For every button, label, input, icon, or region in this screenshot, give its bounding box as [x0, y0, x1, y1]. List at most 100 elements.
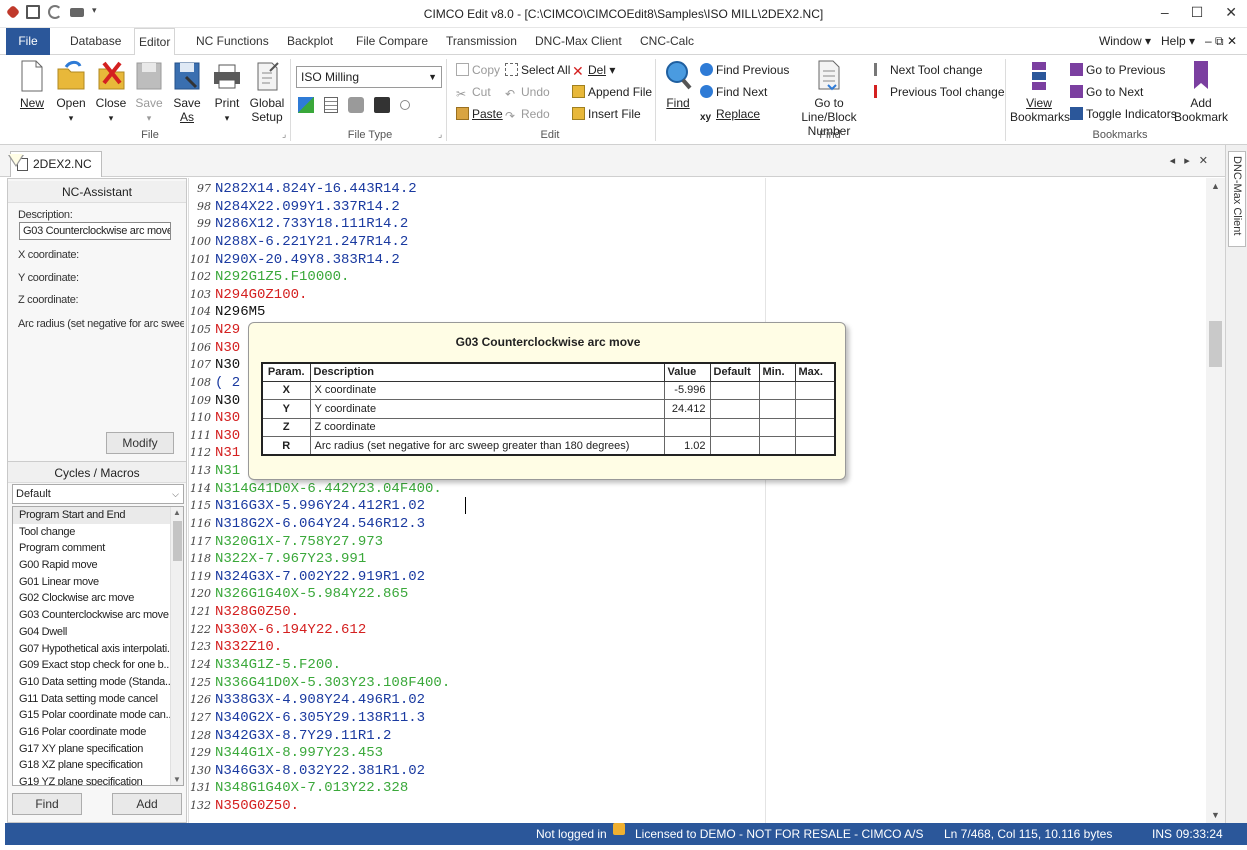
code-line[interactable]: 127 N340G2X-6.305Y29.138R11.3 — [188, 709, 425, 727]
code-line[interactable]: 117 N320G1X-7.758Y27.973 — [188, 533, 383, 551]
scroll-up-icon[interactable]: ▲ — [173, 508, 181, 517]
replace-button[interactable]: xy Replace — [700, 105, 760, 123]
new-button[interactable]: New — [14, 59, 50, 110]
undo-button[interactable]: ↶ Undo — [505, 83, 550, 101]
tab-transmission[interactable]: Transmission — [442, 28, 521, 55]
code-line[interactable]: 99 N286X12.733Y18.111R14.2 — [188, 215, 408, 233]
code-line[interactable]: 129 N344G1X-8.997Y23.453 — [188, 744, 383, 762]
code-line[interactable]: 132 N350G0Z50. — [188, 797, 299, 815]
code-line[interactable]: 98 N284X22.099Y1.337R14.2 — [188, 198, 400, 216]
modify-button[interactable]: Modify — [106, 432, 174, 454]
code-line[interactable]: 105 N29 — [188, 321, 240, 339]
save-button[interactable]: Save ▾ — [132, 59, 166, 125]
close-window-button[interactable]: ✕ — [1225, 4, 1237, 21]
cycles-category-select[interactable]: Default ⌵ — [12, 484, 184, 504]
view-bookmarks-button[interactable]: View Bookmarks — [1010, 59, 1070, 124]
open-button[interactable]: Open ▾ — [52, 59, 90, 125]
dnc-max-client-dock-tab[interactable]: DNC-Max Client — [1228, 151, 1246, 247]
code-line[interactable]: 115 N316G3X-5.996Y24.412R1.02 — [188, 497, 425, 515]
tab-editor[interactable]: Editor — [134, 28, 176, 56]
list-item[interactable]: G00 Rapid move — [13, 557, 171, 574]
list-item[interactable]: G16 Polar coordinate mode — [13, 724, 171, 741]
code-line[interactable]: 112 N31 — [188, 444, 240, 462]
minimize-button[interactable]: – — [1161, 4, 1169, 21]
close-button[interactable]: Close ▾ — [93, 59, 129, 125]
login-status[interactable]: Not logged in — [536, 823, 607, 845]
list-item[interactable]: Program Start and End — [13, 507, 171, 524]
code-line[interactable]: 100 N288X-6.221Y21.247R14.2 — [188, 233, 408, 251]
scrollbar-thumb[interactable] — [1209, 321, 1222, 367]
cut-button[interactable]: ✂ Cut — [456, 83, 491, 101]
list-item[interactable]: G04 Dwell — [13, 624, 171, 641]
list-item[interactable]: G17 XY plane specification — [13, 741, 171, 758]
file-group-launcher-icon[interactable]: ⌟ — [282, 129, 286, 140]
list-item[interactable]: G15 Polar coordinate mode can... — [13, 707, 171, 724]
file-type-config-icon[interactable] — [348, 97, 364, 113]
file-type-tool-icon[interactable] — [298, 97, 314, 113]
file-type-launcher-icon[interactable]: ⌟ — [438, 129, 442, 140]
code-line[interactable]: 101 N290X-20.49Y8.383R14.2 — [188, 251, 400, 269]
code-line[interactable]: 108 ( 2 — [188, 374, 240, 392]
find-button[interactable]: Find — [662, 59, 694, 110]
add-bookmark-button[interactable]: Add Bookmark — [1174, 59, 1228, 124]
insert-file-button[interactable]: Insert File — [572, 105, 641, 123]
redo-button[interactable]: ↷ Redo — [505, 105, 550, 123]
code-line[interactable]: 107 N30 — [188, 356, 240, 374]
code-line[interactable]: 128 N342G3X-8.7Y29.11R1.2 — [188, 727, 391, 745]
code-line[interactable]: 119 N324G3X-7.002Y22.919R1.02 — [188, 568, 425, 586]
description-field[interactable]: G03 Counterclockwise arc move — [19, 222, 171, 240]
list-item[interactable]: G02 Clockwise arc move — [13, 590, 171, 607]
cycles-list-scrollbar[interactable]: ▲ ▼ — [170, 507, 183, 785]
code-line[interactable]: 113 N31 — [188, 462, 240, 480]
code-line[interactable]: 111 N30 — [188, 427, 240, 445]
list-item[interactable]: G10 Data setting mode (Standa... — [13, 674, 171, 691]
next-tool-change-button[interactable]: Next Tool change — [874, 61, 983, 79]
code-line[interactable]: 116 N318G2X-6.064Y24.546R12.3 — [188, 515, 425, 533]
tab-file[interactable]: File — [6, 28, 50, 55]
list-item[interactable]: G19 YZ plane specification — [13, 774, 171, 785]
code-line[interactable]: 125 N336G41D0X-5.303Y23.108F400. — [188, 674, 450, 692]
list-item[interactable]: G03 Counterclockwise arc move — [13, 607, 171, 624]
scroll-down-icon[interactable]: ▼ — [1211, 810, 1220, 820]
file-type-machine-icon[interactable] — [374, 97, 390, 113]
help-menu[interactable]: Help ▾ — [1161, 34, 1195, 49]
scroll-down-icon[interactable]: ▼ — [173, 775, 181, 784]
save-as-button[interactable]: Save As — [170, 59, 204, 124]
code-line[interactable]: 97 N282X14.824Y-16.443R14.2 — [188, 180, 417, 198]
find-next-button[interactable]: Find Next — [700, 83, 767, 101]
tab-backplot[interactable]: Backplot — [283, 28, 337, 55]
find-previous-button[interactable]: Find Previous — [700, 61, 789, 79]
code-line[interactable]: 103 N294G0Z100. — [188, 286, 307, 304]
code-line[interactable]: 109 N30 — [188, 392, 240, 410]
code-line[interactable]: 130 N346G3X-8.032Y22.381R1.02 — [188, 762, 425, 780]
tab-database[interactable]: Database — [66, 28, 125, 55]
code-line[interactable]: 110 N30 — [188, 409, 240, 427]
scrollbar-thumb[interactable] — [173, 521, 182, 561]
tab-dnc-max-client[interactable]: DNC-Max Client — [531, 28, 626, 55]
code-line[interactable]: 126 N338G3X-4.908Y24.496R1.02 — [188, 691, 425, 709]
file-type-select[interactable]: ISO Milling ▼ — [296, 66, 442, 88]
list-item[interactable]: G11 Data setting mode cancel — [13, 691, 171, 708]
copy-button[interactable]: Copy — [456, 61, 500, 79]
code-line[interactable]: 114 N314G41D0X-6.442Y23.04F400. — [188, 480, 442, 498]
tab-navigation[interactable]: ◂ ▸ ✕ — [1170, 154, 1211, 167]
list-item[interactable]: Program comment — [13, 540, 171, 557]
select-all-button[interactable]: Select All — [505, 61, 570, 79]
previous-tool-change-button[interactable]: Previous Tool change — [874, 83, 1005, 101]
ribbon-minimize-icon[interactable]: – ⧉ ✕ — [1205, 34, 1237, 49]
print-button[interactable]: Print ▾ — [210, 59, 244, 125]
code-line[interactable]: 122 N330X-6.194Y22.612 — [188, 621, 366, 639]
tab-file-compare[interactable]: File Compare — [352, 28, 432, 55]
list-item[interactable]: Tool change — [13, 524, 171, 541]
add-cycle-button[interactable]: Add — [112, 793, 182, 815]
code-editor[interactable]: 97 N282X14.824Y-16.443R14.2 98 N284X22.099Y… — [188, 178, 1225, 823]
paste-button[interactable]: Paste — [456, 105, 503, 123]
file-type-options-icon[interactable] — [400, 100, 410, 110]
code-line[interactable]: 118 N322X-7.967Y23.991 — [188, 550, 366, 568]
delete-button[interactable]: ✕ Del ▾ — [572, 61, 615, 79]
list-item[interactable]: G01 Linear move — [13, 574, 171, 591]
goto-previous-bookmark-button[interactable]: Go to Previous — [1070, 61, 1165, 79]
code-line[interactable]: 120 N326G1G40X-5.984Y22.865 — [188, 585, 408, 603]
global-setup-button[interactable]: Global Setup — [248, 59, 286, 124]
file-type-list-icon[interactable] — [324, 97, 338, 113]
